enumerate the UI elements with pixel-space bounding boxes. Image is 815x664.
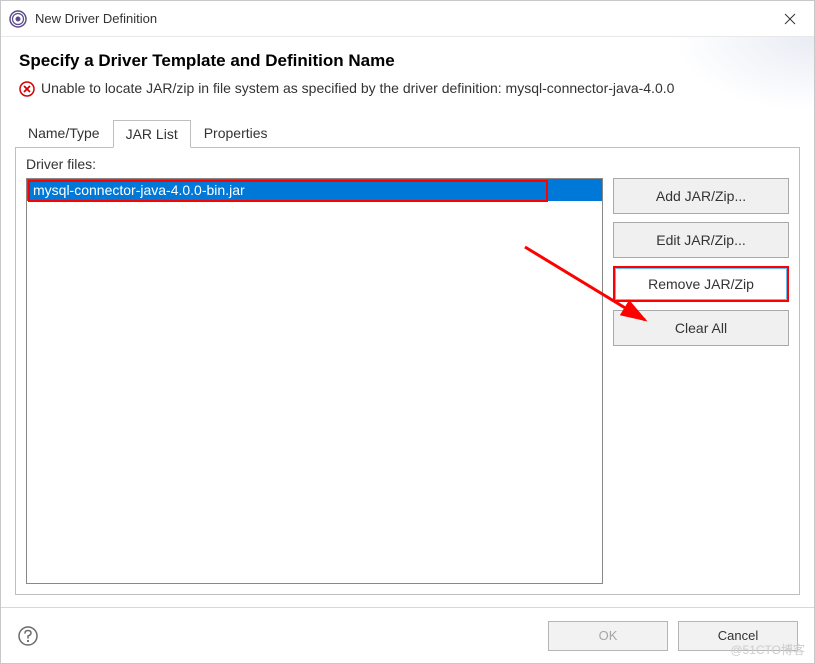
banner-heading: Specify a Driver Template and Definition…: [19, 51, 796, 71]
remove-jar-button[interactable]: Remove JAR/Zip: [613, 266, 789, 302]
app-icon: [9, 10, 27, 28]
tab-name-type[interactable]: Name/Type: [15, 119, 113, 147]
add-jar-button[interactable]: Add JAR/Zip...: [613, 178, 789, 214]
button-bar: OK Cancel: [1, 607, 814, 663]
driver-files-list[interactable]: mysql-connector-java-4.0.0-bin.jar: [26, 178, 603, 584]
ok-button[interactable]: OK: [548, 621, 668, 651]
files-row: mysql-connector-java-4.0.0-bin.jar Add J…: [26, 178, 789, 584]
titlebar: New Driver Definition: [1, 1, 814, 37]
tab-content: Driver files: mysql-connector-java-4.0.0…: [15, 147, 800, 595]
clear-all-button[interactable]: Clear All: [613, 310, 789, 346]
window-title: New Driver Definition: [35, 11, 768, 26]
close-icon: [784, 13, 796, 25]
tab-properties[interactable]: Properties: [191, 119, 281, 147]
dialog-window: New Driver Definition Specify a Driver T…: [0, 0, 815, 664]
close-button[interactable]: [768, 2, 812, 36]
dialog-banner: Specify a Driver Template and Definition…: [1, 37, 814, 111]
error-icon: [19, 81, 35, 97]
edit-jar-button[interactable]: Edit JAR/Zip...: [613, 222, 789, 258]
banner-error-row: Unable to locate JAR/zip in file system …: [19, 79, 796, 99]
tab-jar-list[interactable]: JAR List: [113, 120, 191, 148]
side-buttons: Add JAR/Zip... Edit JAR/Zip... Remove JA…: [613, 178, 789, 584]
watermark: @51CTO博客: [730, 641, 805, 658]
help-icon: [17, 625, 39, 647]
list-item[interactable]: mysql-connector-java-4.0.0-bin.jar: [27, 179, 602, 201]
tabs: Name/Type JAR List Properties: [1, 119, 814, 147]
help-button[interactable]: [17, 625, 39, 647]
banner-error-text: Unable to locate JAR/zip in file system …: [41, 79, 796, 99]
driver-files-label: Driver files:: [26, 156, 789, 172]
